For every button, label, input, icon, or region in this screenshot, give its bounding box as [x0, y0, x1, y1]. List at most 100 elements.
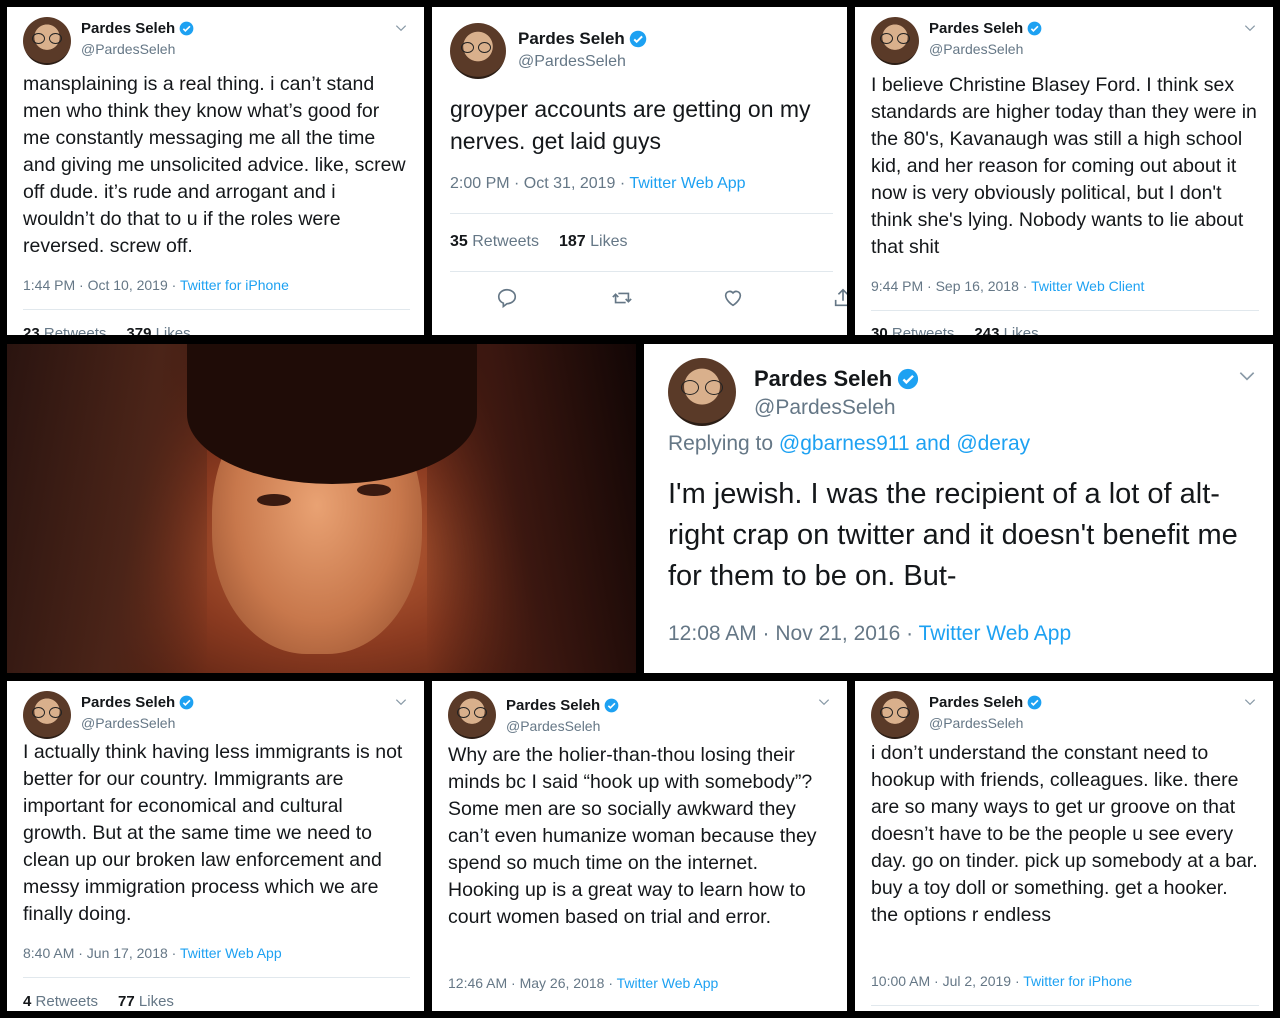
user-handle[interactable]: @PardesSeleh [81, 41, 175, 57]
reply-icon[interactable] [496, 287, 518, 309]
avatar[interactable] [871, 17, 919, 65]
likes-link[interactable]: Likes [156, 325, 191, 335]
user-handle[interactable]: @PardesSeleh [754, 396, 896, 420]
retweet-icon[interactable] [610, 287, 634, 309]
divider [450, 271, 833, 272]
photo-eye [357, 484, 391, 496]
verified-badge-icon [179, 21, 194, 36]
retweets-link[interactable]: Retweets [44, 325, 107, 335]
divider [23, 977, 410, 978]
tweet-stats: 23 Retweets 379 Likes [23, 325, 191, 335]
tweet-stats: 30 Retweets 243 Likes [871, 325, 1039, 335]
photo-eye [257, 494, 291, 506]
tweet-text: Why are the holier-than-thou losing thei… [448, 744, 817, 928]
tweet-source-link[interactable]: Twitter Web App [180, 945, 282, 961]
tweet-text: I actually think having less immigrants … [23, 741, 403, 925]
user-handle[interactable]: @PardesSeleh [506, 718, 600, 734]
tweet-header: Pardes Seleh @PardesSeleh [871, 17, 1261, 67]
tweet-source-link[interactable]: Twitter Web App [629, 175, 745, 192]
chevron-down-icon[interactable] [1237, 366, 1257, 386]
tweet-card-jewish: Pardes Seleh @PardesSeleh Replying to @g… [644, 344, 1273, 673]
tweet-timestamp: 2:00 PM · Oct 31, 2019 · Twitter Web App [450, 175, 746, 192]
user-handle[interactable]: @PardesSeleh [929, 715, 1023, 731]
likes-link[interactable]: Likes [139, 993, 174, 1010]
tweet-timestamp: 12:08 AM · Nov 21, 2016 · Twitter Web Ap… [668, 622, 1072, 645]
display-name[interactable]: Pardes Seleh [81, 20, 175, 37]
retweets-link[interactable]: Retweets [36, 993, 99, 1010]
user-handle[interactable]: @PardesSeleh [929, 41, 1023, 57]
tweet-timestamp: 12:46 AM · May 26, 2018 · Twitter Web Ap… [448, 975, 719, 991]
verified-badge-icon [898, 368, 919, 390]
tweet-timestamp: 1:44 PM · Oct 10, 2019 · Twitter for iPh… [23, 277, 289, 293]
tweet-timestamp: 8:40 AM · Jun 17, 2018 · Twitter Web App [23, 945, 282, 961]
display-name[interactable]: Pardes Seleh [929, 694, 1023, 711]
replying-to: Replying to @gbarnes911 and @deray [668, 432, 1031, 455]
avatar[interactable] [23, 691, 71, 739]
tweet-stats: 35 Retweets 187 Likes [450, 233, 628, 250]
tweet-header: Pardes Seleh @PardesSeleh [668, 358, 1261, 428]
avatar[interactable] [871, 691, 919, 739]
avatar[interactable] [450, 23, 506, 79]
tweet-card-hookup-friends: Pardes Seleh @PardesSeleh i don’t unders… [855, 681, 1273, 1011]
likes-link[interactable]: Likes [590, 233, 627, 250]
tweet-stats: 4 Retweets 77 Likes [23, 993, 174, 1010]
tweet-header: Pardes Seleh @PardesSeleh [448, 691, 835, 741]
retweets-link[interactable]: Retweets [892, 325, 955, 335]
verified-badge-icon [1027, 695, 1042, 710]
chevron-down-icon[interactable] [394, 21, 408, 35]
verified-badge-icon [179, 695, 194, 710]
user-handle[interactable]: @PardesSeleh [518, 53, 626, 71]
avatar[interactable] [448, 691, 496, 739]
verified-badge-icon [1027, 21, 1042, 36]
chevron-down-icon[interactable] [817, 695, 831, 709]
chevron-down-icon[interactable] [394, 695, 408, 709]
mention-link[interactable]: @gbarnes911 [779, 432, 910, 455]
tweet-timestamp: 9:44 PM · Sep 16, 2018 · Twitter Web Cli… [871, 278, 1145, 294]
tweet-source-link[interactable]: Twitter Web Client [1031, 278, 1144, 294]
tweet-header: Pardes Seleh @PardesSeleh [871, 691, 1261, 741]
tweet-source-link[interactable]: Twitter for iPhone [180, 277, 289, 293]
tweet-source-link[interactable]: Twitter Web App [617, 975, 719, 991]
chevron-down-icon[interactable] [1243, 21, 1257, 35]
tweet-source-link[interactable]: Twitter Web App [919, 622, 1072, 645]
portrait-photo [7, 344, 636, 673]
like-icon[interactable] [722, 287, 744, 309]
tweet-card-groyper: Pardes Seleh @PardesSeleh groyper accoun… [432, 7, 847, 335]
tweet-text: i don’t understand the constant need to … [871, 742, 1258, 926]
tweet-source-link[interactable]: Twitter for iPhone [1023, 973, 1132, 989]
photo-hair [187, 344, 477, 484]
mention-link[interactable]: @deray [956, 432, 1030, 455]
avatar[interactable] [668, 358, 736, 426]
verified-badge-icon [604, 698, 619, 713]
photo-background [7, 344, 636, 673]
tweet-card-mansplaining: Pardes Seleh @PardesSeleh mansplaining i… [7, 7, 424, 335]
tweet-card-blasey-ford: Pardes Seleh @PardesSeleh I believe Chri… [855, 7, 1273, 335]
tweet-text: groyper accounts are getting on my nerve… [450, 96, 811, 154]
tweet-text: mansplaining is a real thing. i can’t st… [23, 73, 406, 257]
tweet-header: Pardes Seleh @PardesSeleh [23, 17, 412, 67]
tweet-timestamp: 10:00 AM · Jul 2, 2019 · Twitter for iPh… [871, 973, 1133, 989]
divider [23, 309, 410, 310]
display-name[interactable]: Pardes Seleh [506, 697, 600, 714]
tweet-header: Pardes Seleh @PardesSeleh [450, 23, 835, 79]
likes-link[interactable]: Likes [1004, 325, 1039, 335]
tweet-text: I believe Christine Blasey Ford. I think… [871, 74, 1257, 258]
tweet-text: I'm jewish. I was the recipient of a lot… [668, 478, 1238, 592]
photo-left-figure [7, 344, 207, 673]
tweet-card-hook-up: Pardes Seleh @PardesSeleh Why are the ho… [432, 681, 847, 1011]
display-name[interactable]: Pardes Seleh [754, 366, 892, 392]
divider [871, 1005, 1259, 1006]
divider [871, 310, 1259, 311]
share-icon[interactable] [832, 287, 847, 309]
tweet-card-immigrants: Pardes Seleh @PardesSeleh I actually thi… [7, 681, 424, 1011]
display-name[interactable]: Pardes Seleh [518, 29, 625, 49]
chevron-down-icon[interactable] [1243, 695, 1257, 709]
user-handle[interactable]: @PardesSeleh [81, 715, 175, 731]
display-name[interactable]: Pardes Seleh [929, 20, 1023, 37]
verified-badge-icon [629, 30, 647, 48]
avatar[interactable] [23, 17, 71, 65]
tweet-header: Pardes Seleh @PardesSeleh [23, 691, 412, 741]
display-name[interactable]: Pardes Seleh [81, 694, 175, 711]
divider [450, 213, 833, 214]
retweets-link[interactable]: Retweets [472, 233, 539, 250]
